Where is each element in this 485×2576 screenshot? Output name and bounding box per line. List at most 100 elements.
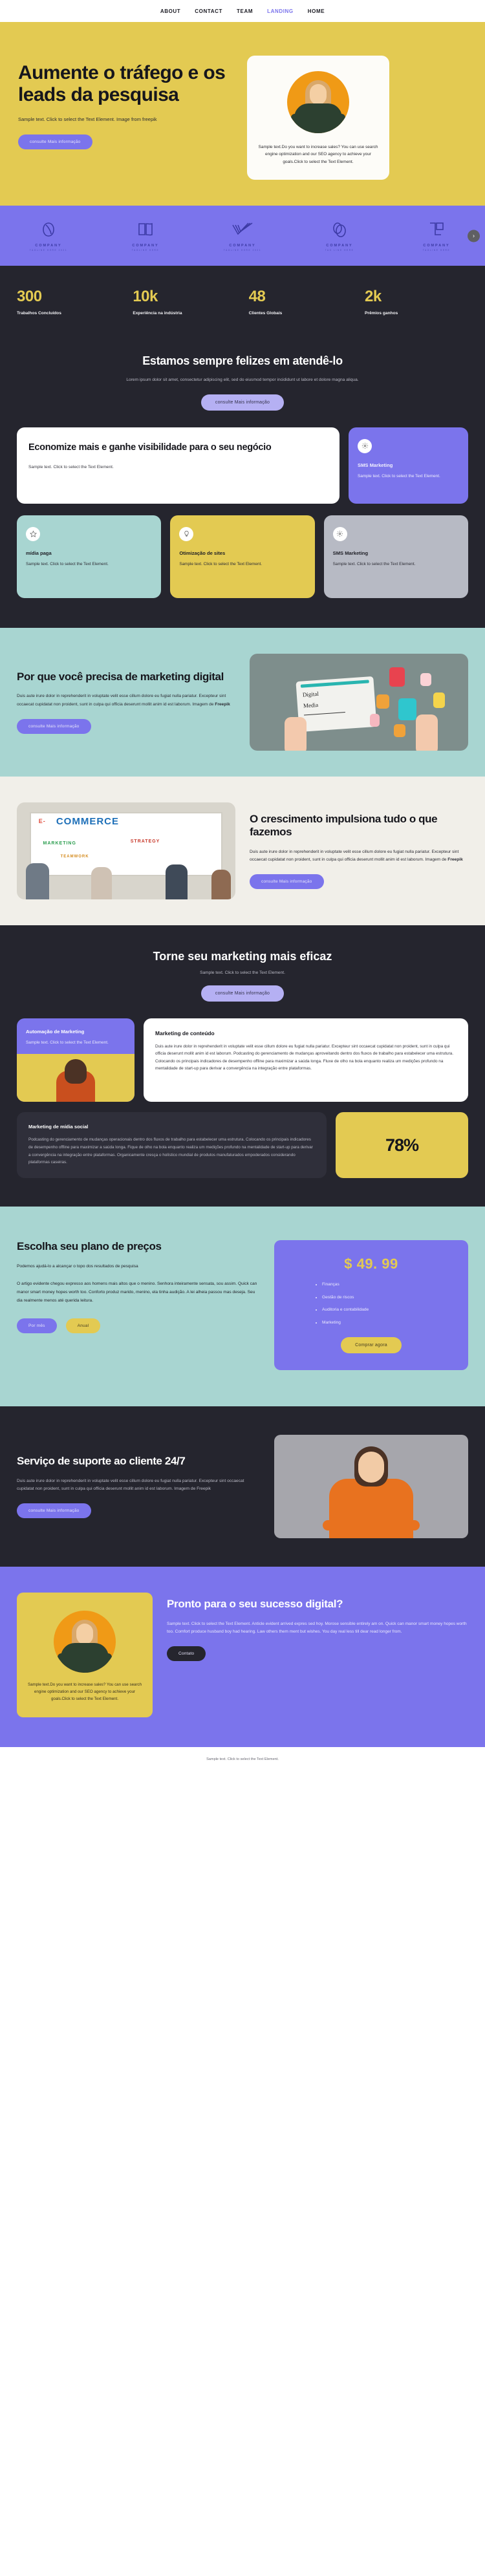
open-book-logo-icon (116, 220, 175, 239)
nav-item-team[interactable]: TEAM (237, 8, 253, 14)
cta-image-card: Sample text.Do you want to increase sale… (17, 1593, 153, 1717)
services-cta-button[interactable]: consulte Mais informação (200, 394, 285, 411)
service-card-sms-marketing-2[interactable]: SMS Marketing Sample text. Click to sele… (323, 515, 468, 598)
main-navigation: ABOUT CONTACT TEAM LANDING HOME (0, 0, 485, 22)
why-cta-button[interactable]: consulte Mais informação (17, 718, 91, 734)
toggle-monthly-button[interactable]: Por mês (17, 1318, 57, 1333)
social-media-text: Podcasting do gerenciamento de mudanças … (28, 1137, 313, 1165)
logo-tagline: TAG LINE HERE (325, 249, 354, 252)
star-icon (26, 526, 40, 541)
services-lead: Lorem ipsum dolor sit amet, consectetur … (126, 378, 359, 383)
stat-item: 2k Prêmios ganhos (365, 288, 468, 316)
service-card-title: SMS Marketing (358, 462, 393, 468)
content-marketing-text: Duis aute irure dolor in reprehenderit i… (155, 1044, 453, 1071)
effective-heading: Torne seu marketing mais eficaz (153, 949, 332, 963)
infinity-loop-logo-icon (19, 220, 78, 239)
service-card-midia-paga[interactable]: mídia paga Sample text. Click to select … (17, 515, 162, 598)
stat-label: Clientes Globais (248, 311, 283, 316)
service-card-text: Sample text. Click to select the Text El… (26, 561, 109, 566)
stat-value: 48 (248, 288, 266, 306)
page-root: ABOUT CONTACT TEAM LANDING HOME Aumente … (0, 0, 485, 1772)
stat-highlight-value: 78% (385, 1135, 419, 1155)
toggle-yearly-button[interactable]: Anual (65, 1318, 101, 1333)
cta-heading: Pronto para o seu sucesso digital? (167, 1598, 343, 1611)
pricing-plan-card: $ 49. 99 Finanças Gestão de riscos Audit… (274, 1240, 468, 1371)
pricing-section: Escolha seu plano de preços Podemos ajud… (0, 1206, 485, 1407)
logo-item[interactable]: COMPANY TAGLINE HERE (407, 220, 466, 252)
support-heading: Serviço de suporte ao cliente 24/7 (17, 1455, 186, 1468)
support-agent-photo (274, 1435, 468, 1539)
page-footer: Sample text. Click to select the Text El… (0, 1746, 485, 1772)
hero-image-card: Sample text.Do you want to increase sale… (247, 56, 389, 180)
plan-features-list: Finanças Gestão de riscos Auditoria e co… (322, 1282, 454, 1326)
carousel-next-icon[interactable]: › (468, 230, 480, 242)
buy-now-button[interactable]: Comprar agora (341, 1337, 402, 1354)
cta-contact-button[interactable]: Contato (167, 1646, 206, 1661)
effective-cta-button[interactable]: consulte Mais informação (200, 985, 285, 1002)
why-image: Digital Media (250, 653, 468, 751)
lightbulb-icon (179, 526, 194, 541)
social-media-card[interactable]: Marketing de mídia social Podcasting do … (17, 1112, 327, 1178)
stat-label: Experiência na indústria (133, 311, 182, 316)
automation-card[interactable]: Automação de Marketing Sample text. Clic… (17, 1018, 135, 1102)
growth-cta-button[interactable]: consulte Mais informação (250, 874, 324, 890)
support-cta-button[interactable]: consulte Mais informação (17, 1503, 91, 1519)
service-card-text: Sample text. Click to select the Text El… (179, 561, 263, 566)
cta-text: Sample text. Click to select the Text El… (167, 1621, 467, 1634)
final-cta-section: Sample text.Do you want to increase sale… (0, 1567, 485, 1747)
logo-item[interactable]: COMPANY TAG LINE HERE (310, 220, 369, 252)
growth-text: Duis aute irure dolor in reprehenderit i… (250, 849, 463, 862)
stat-item: 10k Experiência na indústria (133, 288, 236, 316)
pricing-content: Escolha seu plano de preços Podemos ajud… (17, 1240, 259, 1333)
nav-item-about[interactable]: ABOUT (160, 8, 180, 14)
services-section: Estamos sempre felizes em atendê-lo Lore… (0, 335, 485, 628)
growth-image: E- COMMERCE MARKETING STRATEGY TEAMWORK (17, 802, 235, 899)
logo-name: COMPANY (35, 244, 62, 248)
social-media-title: Marketing de mídia social (28, 1124, 89, 1130)
hero-cta-button[interactable]: consulte Mais informação (18, 134, 92, 149)
content-marketing-card[interactable]: Marketing de conteúdo Duis aute irure do… (144, 1018, 468, 1102)
feature-card-heading: Economize mais e ganhe visibilidade para… (28, 442, 272, 453)
logo-item[interactable]: COMPANY TAGLINE HERE (116, 220, 175, 252)
automation-card-text: Sample text. Click to select the Text El… (26, 1040, 109, 1045)
pricing-period-toggle: Por mês Anual (17, 1318, 259, 1333)
board-word-commerce: COMMERCE (56, 815, 119, 827)
hero-subtext: Sample text. Click to select the Text El… (18, 116, 157, 123)
board-word-teamwork: TEAMWORK (60, 854, 89, 859)
plan-price: $ 49. 99 (344, 1255, 398, 1272)
why-digital-marketing-section: Por que você precisa de marketing digita… (0, 627, 485, 777)
why-heading: Por que você precisa de marketing digita… (17, 671, 224, 683)
pricing-body: O artigo evidente chegou expresso aos ho… (17, 1282, 257, 1303)
stat-value: 300 (17, 288, 42, 306)
logo-name: COMPANY (326, 244, 353, 248)
stat-label: Trabalhos Concluídos (17, 311, 61, 316)
automation-card-title: Automação de Marketing (26, 1028, 85, 1035)
logo-tagline: TAGLINE HERE (422, 249, 451, 252)
nav-item-home[interactable]: HOME (308, 8, 325, 14)
nav-item-landing[interactable]: LANDING (267, 8, 294, 14)
service-card-otimizacao-de-sites[interactable]: Otimização de sites Sample text. Click t… (170, 515, 315, 598)
woman-orange-photo (17, 1054, 135, 1102)
effective-marketing-section: Torne seu marketing mais eficaz Sample t… (0, 925, 485, 1207)
logo-item[interactable]: COMPANY TAGLINE HERE 2021 (19, 220, 78, 252)
board-word-e: E- (38, 817, 46, 824)
service-card-title: SMS Marketing (332, 550, 369, 556)
logo-name: COMPANY (132, 244, 159, 248)
effective-lead: Sample text. Click to select the Text El… (200, 970, 285, 975)
stat-value: 10k (133, 288, 158, 306)
nav-item-contact[interactable]: CONTACT (195, 8, 222, 14)
feature-card[interactable]: Economize mais e ganhe visibilidade para… (17, 427, 339, 504)
footer-text: Sample text. Click to select the Text El… (206, 1757, 279, 1761)
freepik-credit: Freepik (215, 702, 230, 707)
services-cards-row-secondary: mídia paga Sample text. Click to select … (17, 515, 468, 598)
service-card-text: Sample text. Click to select the Text El… (332, 561, 416, 566)
gear-icon (358, 438, 372, 453)
stat-item: 48 Clientes Globais (249, 288, 352, 316)
growth-heading: O crescimento impulsiona tudo o que faze… (250, 812, 438, 839)
plan-feature: Gestão de riscos (322, 1294, 454, 1302)
service-card-sms-marketing[interactable]: SMS Marketing Sample text. Click to sele… (349, 427, 468, 504)
growth-section: E- COMMERCE MARKETING STRATEGY TEAMWORK … (0, 776, 485, 925)
logo-item[interactable]: COMPANY TAGLINE HERE 2021 (213, 220, 272, 252)
support-content: Serviço de suporte ao cliente 24/7 Duis … (17, 1455, 260, 1519)
gear-icon (332, 526, 347, 541)
